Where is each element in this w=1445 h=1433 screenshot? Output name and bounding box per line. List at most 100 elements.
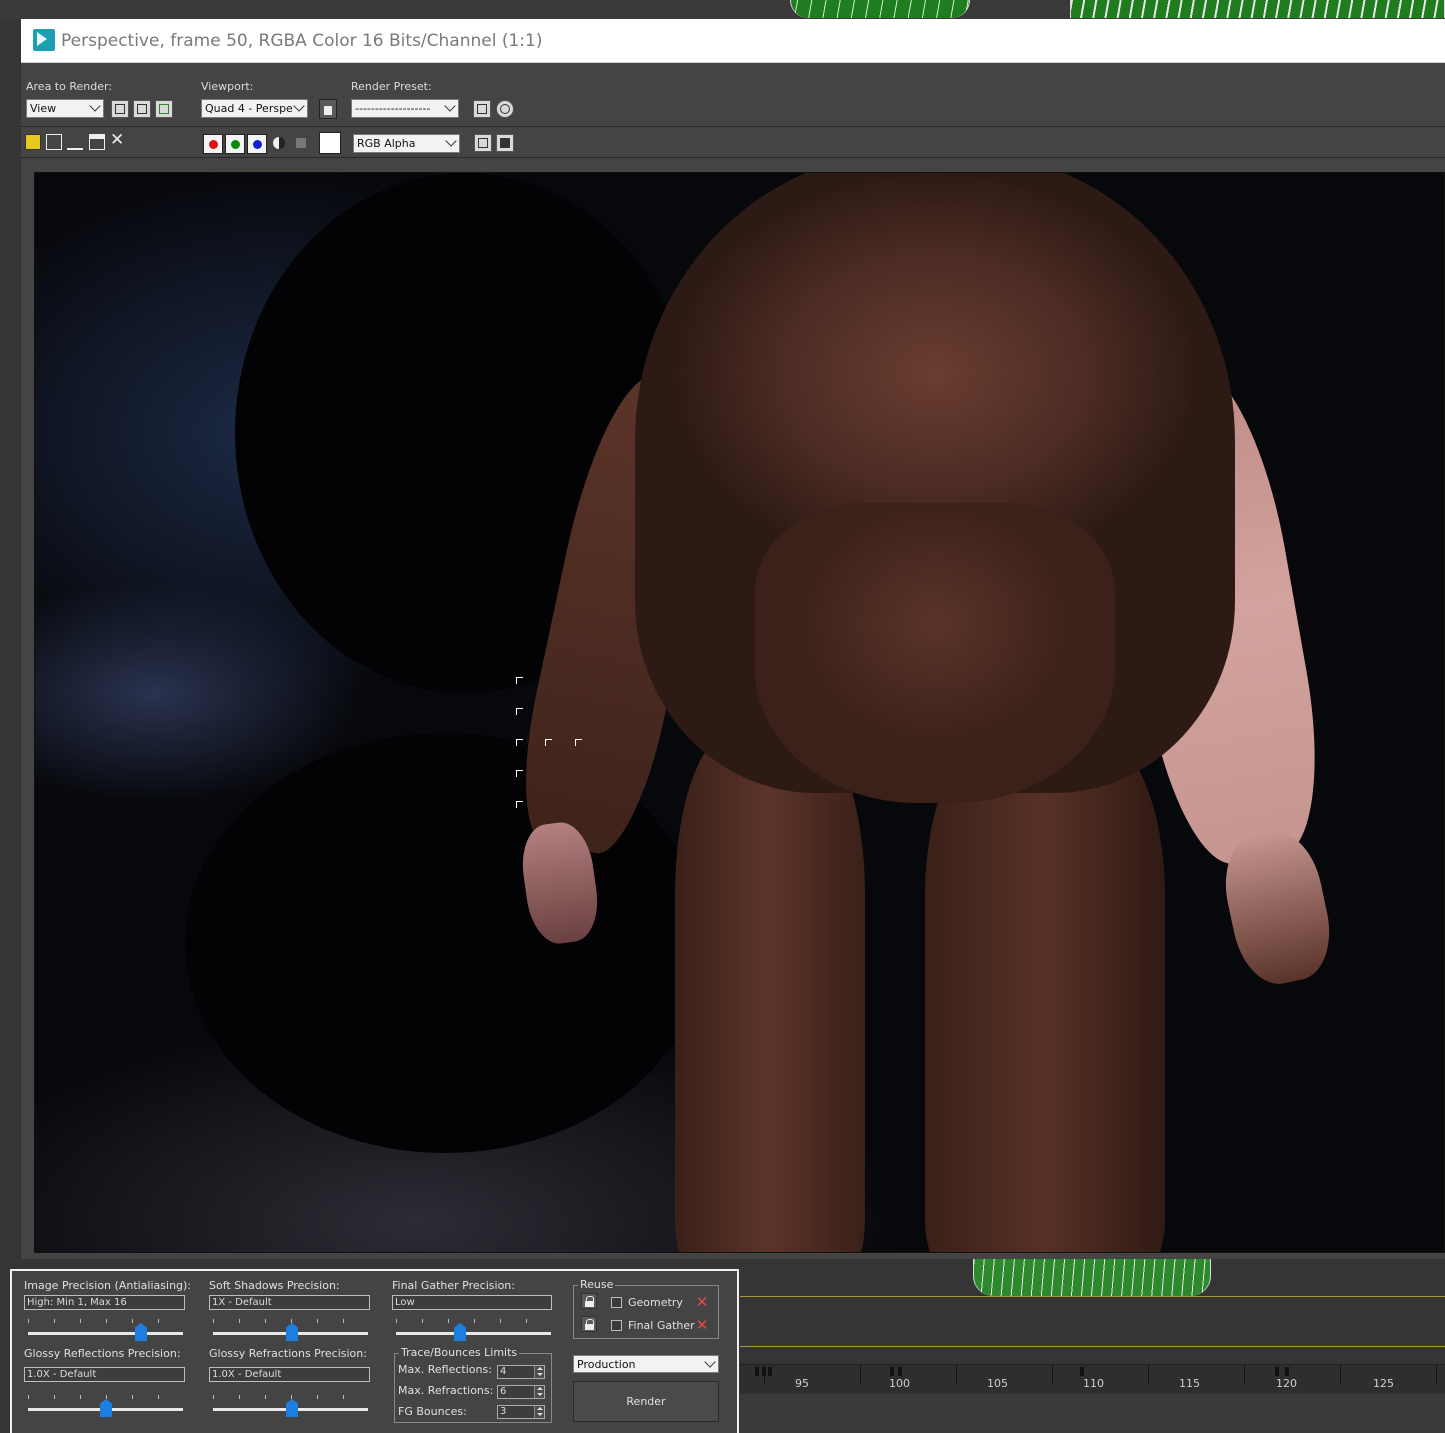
lock-geometry-icon[interactable]	[581, 1293, 597, 1309]
save-image-icon[interactable]	[25, 134, 41, 150]
region-marker[interactable]	[575, 739, 582, 746]
timeline-label: 125	[1373, 1377, 1394, 1390]
keyframe-marker[interactable]	[1285, 1367, 1289, 1376]
print-image-icon[interactable]	[89, 134, 105, 150]
spinner-arrows-icon[interactable]	[534, 1406, 544, 1418]
slider-thumb[interactable]	[286, 1399, 298, 1417]
time-slider-track[interactable]: 95 100 105 110 115 120 125	[740, 1364, 1445, 1394]
rendered-image[interactable]	[34, 172, 1445, 1253]
auto-region-button[interactable]	[133, 100, 151, 118]
slider-ticks	[28, 1395, 183, 1399]
region-marker[interactable]	[516, 677, 523, 684]
color-swatch[interactable]	[319, 132, 341, 154]
geometry-label: Geometry	[628, 1296, 683, 1309]
geometry-checkbox[interactable]	[611, 1297, 622, 1308]
green-channel-button[interactable]	[225, 134, 245, 154]
environment-button[interactable]	[496, 100, 514, 118]
area-to-render-label: Area to Render:	[26, 80, 113, 93]
glossy-reflections-slider[interactable]	[28, 1395, 183, 1417]
green-dot-icon	[231, 140, 240, 149]
trace-bounces-title: Trace/Bounces Limits	[399, 1346, 520, 1359]
glossy-reflections-label: Glossy Reflections Precision:	[24, 1347, 181, 1360]
overlay-icon	[478, 138, 488, 148]
keyframe-marker[interactable]	[755, 1367, 759, 1376]
image-precision-slider[interactable]	[28, 1319, 183, 1341]
slider-thumb[interactable]	[454, 1323, 466, 1341]
spinner-arrows-icon[interactable]	[534, 1366, 544, 1378]
edit-region-button[interactable]	[111, 100, 129, 118]
final-gather-slider[interactable]	[396, 1319, 551, 1341]
slider-ticks	[213, 1319, 368, 1323]
crop-icon	[159, 104, 169, 114]
final-gather-field[interactable]: Low	[392, 1295, 552, 1310]
fg-bounces-spinner[interactable]: 3	[497, 1405, 545, 1419]
timeline-tick	[1340, 1365, 1341, 1385]
blue-dot-icon	[253, 140, 262, 149]
wireframe-mesh	[1070, 0, 1445, 18]
toggle-ui-overlay-button[interactable]	[474, 134, 492, 152]
keyframe-marker[interactable]	[768, 1367, 772, 1376]
timeline-tick	[956, 1365, 957, 1385]
display-channel-dropdown[interactable]: RGB Alpha	[353, 134, 460, 153]
render-preset-dropdown[interactable]: -------------------	[351, 99, 459, 118]
keyframe-marker[interactable]	[1275, 1367, 1279, 1376]
red-channel-button[interactable]	[203, 134, 223, 154]
slider-track	[28, 1332, 183, 1335]
max-reflections-value: 4	[500, 1366, 507, 1377]
keyframe-marker[interactable]	[1080, 1367, 1084, 1376]
glossy-refractions-field[interactable]: 1.0X - Default	[209, 1367, 370, 1382]
max-reflections-spinner[interactable]: 4	[497, 1365, 545, 1379]
lock-final-gather-icon[interactable]	[581, 1316, 597, 1332]
keyframe-marker[interactable]	[898, 1367, 902, 1376]
clone-window-icon[interactable]	[67, 134, 83, 150]
render-mode-dropdown[interactable]: Production	[573, 1355, 719, 1373]
clear-image-icon[interactable]: ✕	[110, 132, 126, 149]
wireframe-mesh	[973, 1256, 1211, 1296]
clear-final-gather-icon[interactable]: ✕	[694, 1317, 710, 1333]
soft-shadows-slider[interactable]	[213, 1319, 368, 1341]
clear-geometry-icon[interactable]: ✕	[694, 1294, 710, 1310]
final-gather-checkbox[interactable]	[611, 1320, 622, 1331]
lock-viewport-button[interactable]	[319, 99, 337, 119]
alpha-channel-icon[interactable]	[273, 137, 285, 149]
timeline-label: 100	[889, 1377, 910, 1390]
render-preset-label: Render Preset:	[351, 80, 432, 93]
soft-shadows-field[interactable]: 1X - Default	[209, 1295, 370, 1310]
character-right-hand	[1215, 824, 1340, 992]
keyframe-marker[interactable]	[890, 1367, 894, 1376]
blue-channel-button[interactable]	[247, 134, 267, 154]
region-marker[interactable]	[545, 739, 552, 746]
crop-button[interactable]	[155, 100, 173, 118]
copy-image-icon[interactable]	[46, 134, 62, 150]
max-refractions-spinner[interactable]: 6	[497, 1385, 545, 1399]
lock-icon	[324, 106, 332, 115]
reuse-title: Reuse	[578, 1278, 616, 1291]
region-marker[interactable]	[516, 801, 523, 808]
slider-ticks	[28, 1319, 183, 1323]
title-bar[interactable]: Perspective, frame 50, RGBA Color 16 Bit…	[21, 19, 1445, 63]
spinner-arrows-icon[interactable]	[534, 1386, 544, 1398]
toggle-ui-button[interactable]	[496, 134, 514, 152]
render-setup-button[interactable]	[473, 100, 491, 118]
timeline-tick	[764, 1365, 765, 1385]
viewport-dropdown[interactable]: Quad 4 - Perspe	[201, 99, 308, 118]
region-marker[interactable]	[516, 708, 523, 715]
viewport-value: Quad 4 - Perspe	[205, 102, 293, 115]
slider-thumb[interactable]	[135, 1323, 147, 1341]
final-gather-label: Final Gather Precision:	[392, 1279, 515, 1292]
monochrome-icon[interactable]	[296, 138, 306, 148]
area-to-render-dropdown[interactable]: View	[26, 99, 104, 118]
render-button[interactable]: Render	[573, 1381, 719, 1422]
timeline-label: 95	[795, 1377, 809, 1390]
glossy-refractions-slider[interactable]	[213, 1395, 368, 1417]
render-mode-value: Production	[577, 1358, 636, 1371]
region-marker[interactable]	[516, 739, 523, 746]
image-precision-field[interactable]: High: Min 1, Max 16	[24, 1295, 185, 1310]
glossy-reflections-field[interactable]: 1.0X - Default	[24, 1367, 185, 1382]
slider-thumb[interactable]	[286, 1323, 298, 1341]
timeline-tick	[860, 1365, 861, 1385]
slider-thumb[interactable]	[100, 1399, 112, 1417]
rendered-frame-window: Perspective, frame 50, RGBA Color 16 Bit…	[21, 19, 1445, 1259]
region-marker[interactable]	[516, 770, 523, 777]
timeline-label: 120	[1276, 1377, 1297, 1390]
